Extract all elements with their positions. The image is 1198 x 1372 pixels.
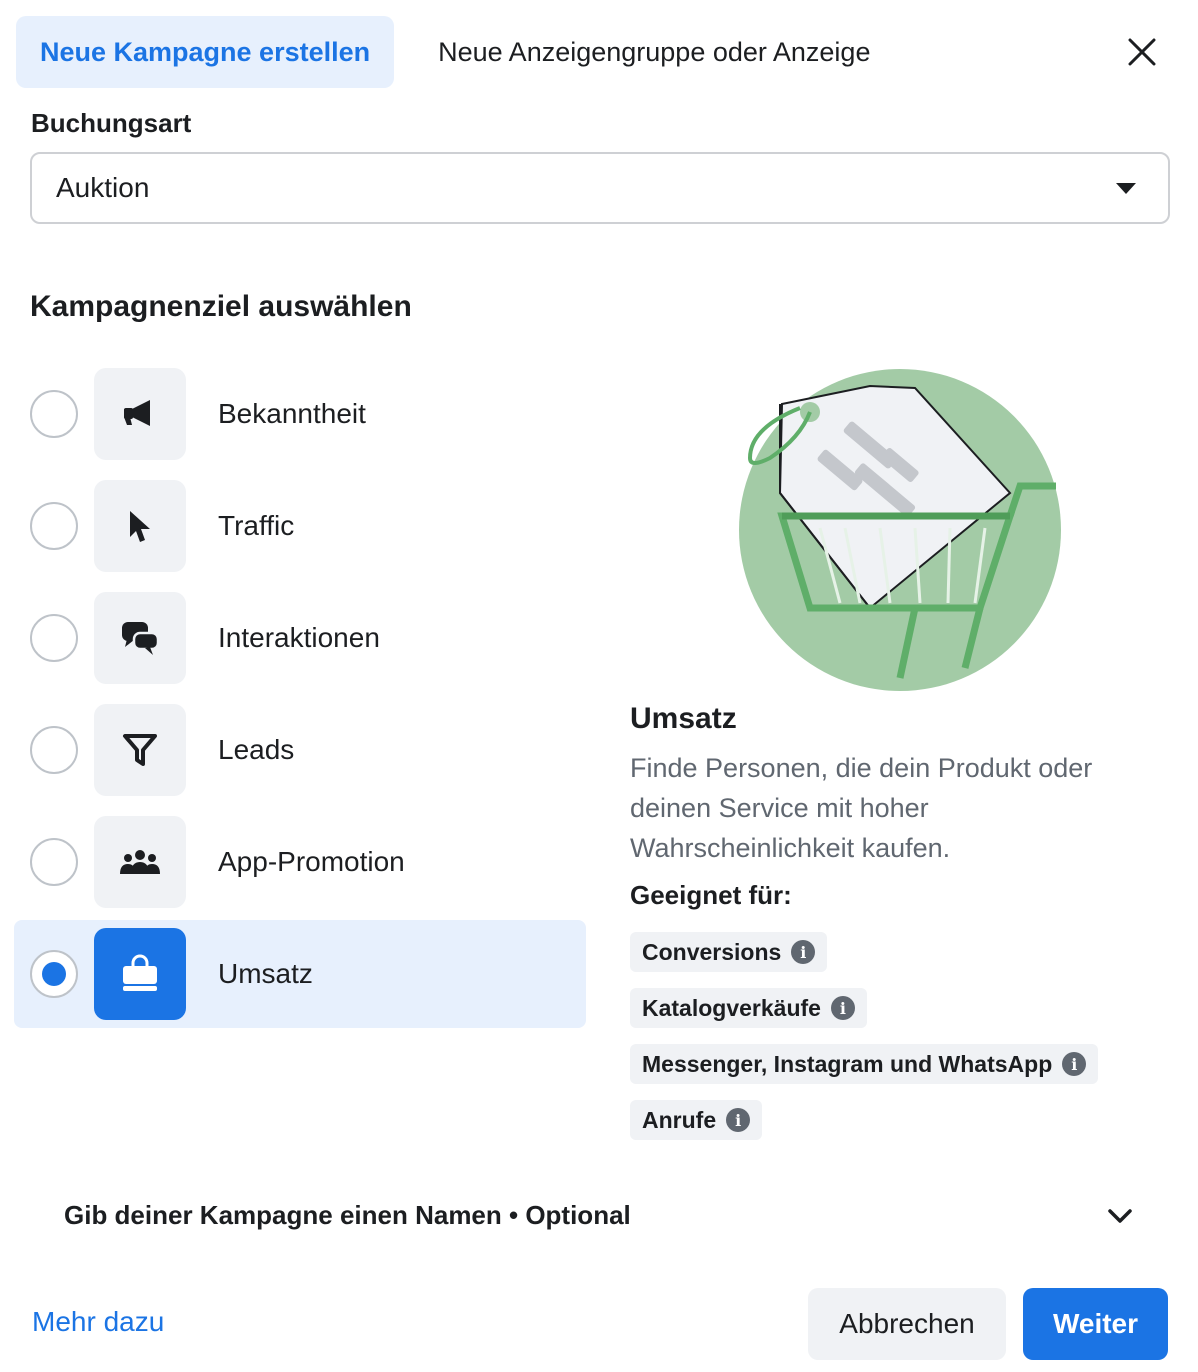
campaign-name-expander[interactable]: Gib deiner Kampagne einen Namen • Option… (64, 1200, 1134, 1231)
objective-detail-title: Umsatz (630, 702, 737, 735)
radio-button[interactable] (30, 838, 78, 886)
objective-option-awareness[interactable]: Bekanntheit (14, 360, 586, 468)
megaphone-icon (124, 400, 150, 426)
tab-bar: Neue Kampagne erstellen Neue Anzeigengru… (16, 16, 894, 88)
people-icon (120, 850, 160, 874)
objective-label: App-Promotion (218, 846, 405, 877)
cursor-icon (130, 511, 150, 542)
buying-type-value: Auktion (56, 172, 150, 203)
objective-icon-box (94, 704, 186, 796)
caret-down-icon (1116, 182, 1136, 194)
info-icon[interactable]: i (1062, 1052, 1087, 1076)
tag-messaging: Messenger, Instagram und WhatsApp i (630, 1044, 1099, 1084)
objective-section-title: Kampagnenziel auswählen (30, 290, 412, 323)
objective-icon-box (94, 368, 186, 460)
radio-button[interactable] (30, 502, 78, 550)
close-icon (1128, 38, 1156, 66)
sales-illustration (720, 368, 1080, 698)
chat-bubbles-icon (122, 622, 160, 655)
info-icon[interactable]: i (830, 996, 855, 1020)
info-icon[interactable]: i (726, 1108, 751, 1132)
objective-option-app-promotion[interactable]: App-Promotion (14, 808, 586, 916)
buying-type-label: Buchungsart (31, 108, 192, 138)
chevron-down-icon (1108, 1208, 1132, 1223)
info-icon[interactable]: i (791, 940, 816, 964)
objective-icon-box (94, 480, 186, 572)
tag-catalog-sales: Katalogverkäufe i (630, 988, 867, 1028)
objective-label: Traffic (218, 510, 295, 541)
buying-type-select[interactable]: Auktion (30, 152, 1170, 224)
suited-for-tags: Conversions i Katalogverkäufe i Messenger,… (630, 932, 1170, 1156)
objective-icon-box (94, 592, 186, 684)
close-button[interactable] (1122, 32, 1162, 72)
learn-more-link[interactable]: Mehr dazu (32, 1306, 164, 1338)
objective-option-leads[interactable]: Leads (14, 696, 586, 804)
shopping-bag-icon (123, 954, 157, 991)
tag-conversions: Conversions i (630, 932, 828, 972)
objective-option-traffic[interactable]: Traffic (14, 472, 586, 580)
tab-new-campaign[interactable]: Neue Kampagne erstellen (16, 16, 395, 88)
objective-label: Bekanntheit (218, 398, 366, 429)
objective-option-engagement[interactable]: Interaktionen (14, 584, 586, 692)
campaign-name-label: Gib deiner Kampagne einen Namen • Option… (64, 1200, 631, 1230)
objective-list: Bekanntheit Traffic Interaktionen Leads … (14, 360, 586, 1032)
cancel-button[interactable]: Abbrechen (808, 1288, 1006, 1360)
radio-button[interactable] (30, 726, 78, 774)
next-button[interactable]: Weiter (1023, 1288, 1168, 1360)
objective-label: Interaktionen (218, 622, 380, 653)
radio-button[interactable] (30, 614, 78, 662)
radio-button[interactable] (30, 390, 78, 438)
radio-button[interactable] (30, 950, 78, 998)
objective-label: Umsatz (218, 958, 313, 989)
objective-icon-box (94, 816, 186, 908)
tab-existing-adset-or-ad[interactable]: Neue Anzeigengruppe oder Anzeige (414, 16, 894, 88)
objective-icon-box (94, 928, 186, 1020)
tag-calls: Anrufe i (630, 1100, 763, 1140)
suited-for-label: Geeignet für: (630, 880, 792, 910)
objective-detail-description: Finde Personen, die dein Produkt oder de… (630, 753, 1093, 863)
funnel-icon (123, 734, 157, 766)
objective-label: Leads (218, 734, 295, 765)
objective-option-sales[interactable]: Umsatz (14, 920, 586, 1028)
